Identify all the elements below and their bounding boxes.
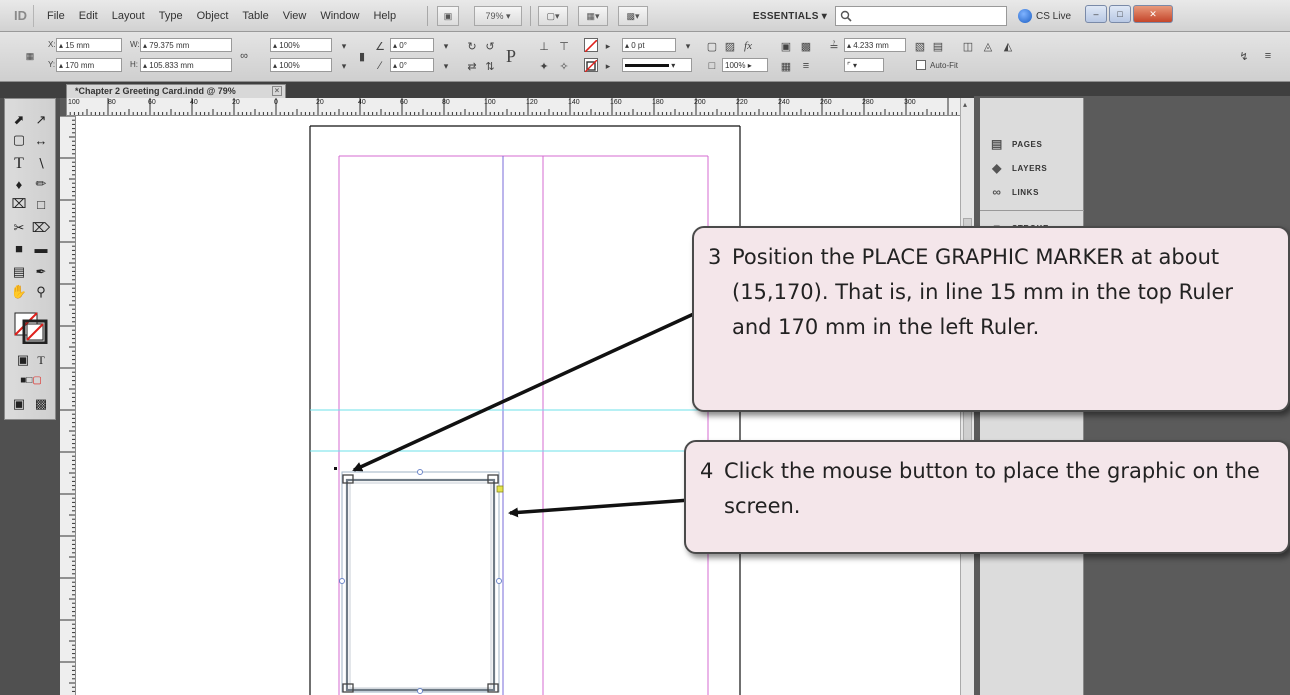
callout-number: 3 <box>708 245 722 269</box>
callout-step-3: 3 Position the PLACE GRAPHIC MARKER at a… <box>692 226 1290 412</box>
callout-number: 4 <box>700 459 714 483</box>
callout-text: Position the PLACE GRAPHIC MARKER at abo… <box>732 245 1234 339</box>
callout-text: Click the mouse button to place the grap… <box>724 459 1260 518</box>
callout-step-4: 4 Click the mouse button to place the gr… <box>684 440 1290 554</box>
indesign-window: ID File Edit Layout Type Object Table Vi… <box>0 0 1290 695</box>
arrow-to-marker <box>352 310 699 472</box>
arrow-to-frame <box>508 498 691 518</box>
